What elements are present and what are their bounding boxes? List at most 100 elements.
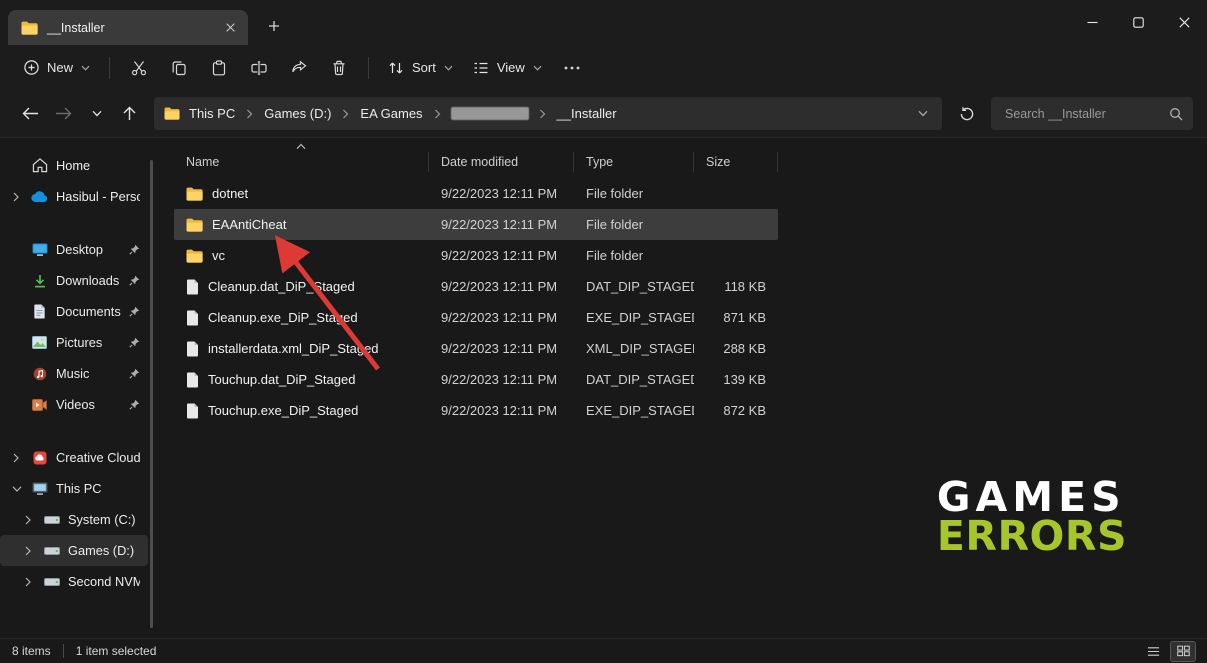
column-header-size[interactable]: Size	[694, 152, 778, 172]
plus-icon	[268, 20, 280, 32]
sort-button[interactable]: Sort	[378, 53, 463, 83]
file-date: 9/22/2023 12:11 PM	[429, 372, 574, 387]
refresh-icon	[959, 106, 975, 122]
details-view-button[interactable]	[1141, 642, 1165, 661]
this-pc-icon	[30, 482, 49, 496]
sidebar-item-second-nvme[interactable]: Second NVME	[0, 566, 148, 597]
column-header-type[interactable]: Type	[574, 152, 694, 172]
sidebar-item-documents[interactable]: Documents	[0, 296, 148, 327]
address-dropdown-icon[interactable]	[914, 106, 932, 121]
column-header-name[interactable]: Name	[174, 152, 429, 172]
sidebar-item-downloads[interactable]: Downloads	[0, 265, 148, 296]
breadcrumb-this-pc[interactable]: This PC	[184, 103, 240, 124]
file-type: EXE_DIP_STAGED F...	[574, 310, 694, 325]
explorer-tab[interactable]: __Installer	[8, 10, 248, 45]
drive-icon	[42, 547, 61, 555]
toolbar-separator	[368, 57, 369, 79]
file-size: 288 KB	[694, 341, 778, 356]
sort-ascending-icon	[296, 143, 306, 150]
table-row[interactable]: dotnet 9/22/2023 12:11 PM File folder	[174, 178, 778, 209]
recent-locations-button[interactable]	[80, 97, 113, 130]
more-options-button[interactable]	[552, 51, 592, 85]
maximize-button[interactable]	[1115, 0, 1161, 45]
chevron-right-icon[interactable]	[432, 109, 443, 119]
search-icon	[1169, 107, 1183, 121]
new-button[interactable]: New	[14, 53, 100, 82]
titlebar: __Installer	[0, 0, 1207, 45]
file-name: vc	[212, 248, 225, 263]
file-size: 872 KB	[694, 403, 778, 418]
file-icon	[186, 279, 199, 295]
command-bar: New Sort View	[0, 45, 1207, 90]
sidebar-item-home[interactable]: Home	[0, 150, 148, 181]
folder-icon	[186, 249, 203, 263]
chevron-right-icon[interactable]	[244, 109, 255, 119]
chevron-right-icon[interactable]	[24, 546, 35, 556]
forward-button[interactable]	[47, 97, 80, 130]
sidebar-item-this-pc[interactable]: This PC	[0, 473, 148, 504]
sidebar-item-music[interactable]: Music	[0, 358, 148, 389]
table-row[interactable]: Touchup.dat_DiP_Staged 9/22/2023 12:11 P…	[174, 364, 778, 395]
sidebar-item-creative-cloud[interactable]: Creative Cloud F	[0, 442, 148, 473]
up-button[interactable]	[113, 97, 146, 130]
breadcrumb-ea-games[interactable]: EA Games	[355, 103, 427, 124]
file-date: 9/22/2023 12:11 PM	[429, 279, 574, 294]
breadcrumb-games-d[interactable]: Games (D:)	[259, 103, 336, 124]
close-button[interactable]	[1161, 0, 1207, 45]
arrow-left-icon	[22, 106, 39, 121]
sidebar-scrollbar[interactable]	[150, 160, 153, 628]
sidebar-item-system-c[interactable]: System (C:)	[0, 504, 148, 535]
copy-button[interactable]	[159, 51, 199, 85]
sidebar-item-onedrive[interactable]: Hasibul - Persor	[0, 181, 148, 212]
file-icon	[186, 403, 199, 419]
new-tab-button[interactable]	[262, 14, 286, 38]
sidebar-item-label: Videos	[56, 397, 122, 412]
chevron-right-icon[interactable]	[12, 192, 23, 202]
table-row-selected[interactable]: EAAntiCheat 9/22/2023 12:11 PM File fold…	[174, 209, 778, 240]
back-button[interactable]	[14, 97, 47, 130]
videos-icon	[30, 399, 49, 411]
chevron-right-icon[interactable]	[24, 577, 35, 587]
pin-icon	[129, 337, 140, 348]
breadcrumb-bar[interactable]: This PC Games (D:) EA Games __Installer	[154, 97, 942, 130]
thumbnail-view-button[interactable]	[1171, 642, 1195, 661]
delete-button[interactable]	[319, 51, 359, 85]
file-name: Touchup.dat_DiP_Staged	[208, 372, 355, 387]
chevron-right-icon[interactable]	[24, 515, 35, 525]
chevron-right-icon[interactable]	[537, 109, 548, 119]
cut-button[interactable]	[119, 51, 159, 85]
file-type: DAT_DIP_STAGED ...	[574, 279, 694, 294]
sidebar-item-pictures[interactable]: Pictures	[0, 327, 148, 358]
paste-button[interactable]	[199, 51, 239, 85]
sidebar-item-videos[interactable]: Videos	[0, 389, 148, 420]
cut-icon	[131, 60, 147, 76]
view-button[interactable]: View	[463, 53, 552, 83]
refresh-button[interactable]	[950, 97, 983, 130]
chevron-right-icon[interactable]	[12, 453, 23, 463]
minimize-button[interactable]	[1069, 0, 1115, 45]
table-row[interactable]: vc 9/22/2023 12:11 PM File folder	[174, 240, 778, 271]
share-button[interactable]	[279, 51, 319, 85]
folder-icon	[186, 218, 203, 232]
search-input[interactable]	[1003, 106, 1169, 122]
chevron-down-icon[interactable]	[12, 485, 23, 493]
file-date: 9/22/2023 12:11 PM	[429, 403, 574, 418]
breadcrumb-installer[interactable]: __Installer	[552, 103, 622, 124]
file-type: File folder	[574, 248, 694, 263]
rename-button[interactable]	[239, 51, 279, 85]
status-divider	[63, 644, 64, 658]
sidebar-item-games-d[interactable]: Games (D:)	[0, 535, 148, 566]
sidebar-item-desktop[interactable]: Desktop	[0, 234, 148, 265]
chevron-right-icon[interactable]	[340, 109, 351, 119]
search-box[interactable]	[991, 97, 1193, 130]
chevron-down-icon	[81, 65, 90, 71]
table-row[interactable]: Cleanup.dat_DiP_Staged 9/22/2023 12:11 P…	[174, 271, 778, 302]
table-row[interactable]: installerdata.xml_DiP_Staged 9/22/2023 1…	[174, 333, 778, 364]
table-row[interactable]: Cleanup.exe_DiP_Staged 9/22/2023 12:11 P…	[174, 302, 778, 333]
file-icon	[186, 341, 199, 357]
table-row[interactable]: Touchup.exe_DiP_Staged 9/22/2023 12:11 P…	[174, 395, 778, 426]
column-header-date-modified[interactable]: Date modified	[429, 152, 574, 172]
tab-close-icon[interactable]	[220, 18, 240, 38]
drive-icon	[42, 578, 61, 586]
home-icon	[30, 158, 49, 173]
